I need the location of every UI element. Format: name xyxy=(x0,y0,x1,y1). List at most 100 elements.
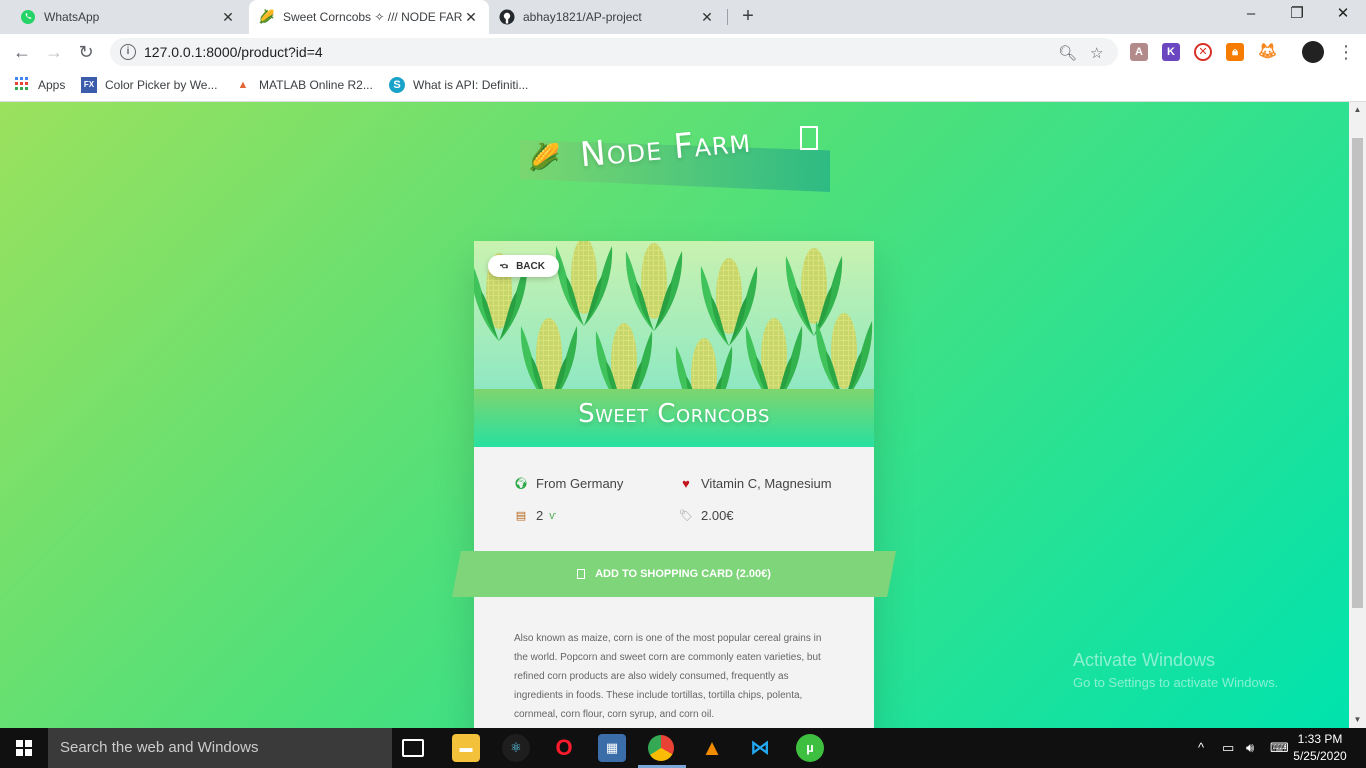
github-icon xyxy=(499,9,515,25)
bookmark-apps[interactable]: Apps xyxy=(14,77,65,93)
new-tab-button[interactable]: + xyxy=(736,5,760,29)
kite-extension-icon[interactable]: K xyxy=(1162,43,1180,61)
metamask-extension-icon[interactable]: 🦊︎ xyxy=(1258,43,1277,61)
taskbar-search-input[interactable]: Search the web and Windows xyxy=(48,728,392,768)
product-description: Also known as maize, corn is one of the … xyxy=(514,633,822,720)
corn-small-icon: ѵ xyxy=(549,509,557,522)
task-view-icon[interactable] xyxy=(402,739,424,757)
battery-icon[interactable]: ▭ xyxy=(1222,728,1234,768)
nutrients-text: Vitamin C, Magnesium xyxy=(701,476,832,491)
matlab-icon: ▲ xyxy=(237,79,249,91)
tab-sweet-corncobs[interactable]: 🌽 Sweet Corncobs ✧ /// NODE FAR ✕ xyxy=(249,0,489,34)
logo-square-icon xyxy=(800,126,818,150)
blocker-extension-icon[interactable]: ✕ xyxy=(1194,43,1212,61)
product-title-band: Sweet Corncobs xyxy=(474,389,874,447)
api-icon: S xyxy=(389,77,405,93)
tray-chevron-icon[interactable]: ^ xyxy=(1198,728,1204,768)
tab-title: abhay1821/AP-project xyxy=(523,10,642,24)
watermark-title: Activate Windows xyxy=(1073,650,1216,670)
bookmark-star-icon[interactable]: ☆ xyxy=(1090,44,1103,62)
corn-icon: 🌽 xyxy=(258,9,276,24)
bookmark-color-picker[interactable]: FX Color Picker by We... xyxy=(81,77,217,93)
bookmark-label: What is API: Definiti... xyxy=(413,78,529,92)
zoom-icon[interactable]: 🔍︎ xyxy=(1058,44,1077,62)
site-logo[interactable]: 🌽 Node Farm xyxy=(520,120,830,192)
scroll-thumb[interactable] xyxy=(1352,138,1363,608)
lock-extension-icon[interactable]: 🔒︎ xyxy=(1226,43,1244,61)
windows-logo-icon xyxy=(16,740,32,756)
scroll-down-icon[interactable]: ▼ xyxy=(1349,712,1366,728)
product-price: 🏷︎ 2.00€ xyxy=(679,508,734,523)
globe-icon: 🌍︎ xyxy=(514,478,528,490)
heart-icon: ♥ xyxy=(682,476,690,491)
maximize-button[interactable]: ❐ xyxy=(1274,0,1320,30)
scroll-up-icon[interactable]: ▲ xyxy=(1349,102,1366,118)
tab-github[interactable]: abhay1821/AP-project ✕ xyxy=(489,0,725,34)
bookmark-label: MATLAB Online R2... xyxy=(259,78,373,92)
profile-avatar[interactable] xyxy=(1302,41,1324,63)
close-window-button[interactable]: ✕ xyxy=(1320,0,1366,30)
url-text: 127.0.0.1:8000/product?id=4 xyxy=(144,44,323,60)
tab-separator xyxy=(727,9,728,25)
fx-icon: FX xyxy=(81,77,97,93)
page-scrollbar[interactable]: ▲ ▼ xyxy=(1349,102,1366,728)
product-hero-image: 👈︎ BACK xyxy=(474,241,874,389)
pointing-hand-icon: 👈︎ xyxy=(500,259,509,272)
whatsapp-icon xyxy=(20,9,36,25)
clock-date: 5/25/2020 xyxy=(1293,749,1347,763)
back-label: BACK xyxy=(516,260,545,272)
bookmark-api[interactable]: S What is API: Definiti... xyxy=(389,77,528,93)
site-info-icon[interactable]: i xyxy=(120,44,136,60)
product-title: Sweet Corncobs xyxy=(578,399,770,429)
apps-grid-icon xyxy=(14,77,30,93)
bookmark-label: Color Picker by We... xyxy=(105,78,218,92)
tab-strip: WhatsApp ✕ 🌽 Sweet Corncobs ✧ /// NODE F… xyxy=(0,0,1366,34)
pdf-extension-icon[interactable]: A xyxy=(1130,43,1148,61)
watermark-subtitle: Go to Settings to activate Windows. xyxy=(1073,675,1279,690)
box-icon: ▤ xyxy=(515,510,527,522)
page-viewport: 🌽 Node Farm 👈︎ BACK Sweet Corncobs 🌍︎ Fr… xyxy=(0,102,1349,728)
taskbar-clock[interactable]: 1:33 PM 5/25/2020 xyxy=(1290,731,1350,765)
file-explorer-icon[interactable]: ▬ xyxy=(452,734,480,762)
chrome-icon[interactable] xyxy=(648,735,674,761)
address-bar[interactable]: i 127.0.0.1:8000/product?id=4 xyxy=(110,38,1118,66)
tab-whatsapp[interactable]: WhatsApp ✕ xyxy=(10,0,246,34)
bookmark-label: Apps xyxy=(38,78,66,92)
vlc-icon[interactable]: ▲ xyxy=(698,734,726,762)
start-button[interactable] xyxy=(0,728,48,768)
forward-arrow-icon[interactable]: → xyxy=(40,38,68,66)
bookmarks-bar: Apps FX Color Picker by We... ▲ MATLAB O… xyxy=(0,70,1366,102)
price-text: 2.00€ xyxy=(701,508,734,523)
close-tab-icon[interactable]: ✕ xyxy=(699,9,715,26)
reload-icon[interactable]: ↻ xyxy=(72,38,100,66)
network-app-icon[interactable]: ▦ xyxy=(598,734,626,762)
back-arrow-icon[interactable]: ← xyxy=(8,38,36,66)
browser-toolbar: ← → ↻ i 127.0.0.1:8000/product?id=4 🔍︎ ☆… xyxy=(0,34,1366,70)
origin-text: From Germany xyxy=(536,476,624,491)
product-quantity: ▤ 2 ѵ xyxy=(514,508,556,523)
opera-icon[interactable]: O xyxy=(550,734,578,762)
cart-icon xyxy=(577,569,586,579)
activate-windows-watermark: Activate Windows Go to Settings to activ… xyxy=(1073,650,1278,690)
product-nutrients: ♥ Vitamin C, Magnesium xyxy=(679,476,832,491)
quantity-text: 2 xyxy=(536,508,544,523)
atom-icon[interactable]: ⚛ xyxy=(502,734,530,762)
price-tag-icon: 🏷︎ xyxy=(679,510,693,522)
utorrent-icon[interactable]: µ xyxy=(796,734,824,762)
tab-title: WhatsApp xyxy=(44,10,100,24)
add-to-cart-label: ADD TO SHOPPING CARD (2.00€) xyxy=(595,568,771,580)
windows-taskbar: Search the web and Windows ▬ ⚛ O ▦ ▲ ⋈ µ… xyxy=(0,728,1366,768)
close-tab-icon[interactable]: ✕ xyxy=(463,9,479,26)
add-to-cart-button[interactable]: ADD TO SHOPPING CARD (2.00€) xyxy=(452,551,896,597)
corn-icon: 🌽 xyxy=(528,142,561,172)
bookmark-matlab[interactable]: ▲ MATLAB Online R2... xyxy=(235,77,373,93)
minimize-button[interactable]: – xyxy=(1228,0,1274,30)
language-icon[interactable]: ⌨ xyxy=(1270,728,1289,768)
clock-time: 1:33 PM xyxy=(1297,732,1343,746)
tab-title: Sweet Corncobs ✧ /// NODE FAR xyxy=(283,10,463,24)
menu-kebab-icon[interactable]: ⋮ xyxy=(1332,38,1360,66)
vscode-icon[interactable]: ⋈ xyxy=(746,734,774,762)
back-button[interactable]: 👈︎ BACK xyxy=(488,255,559,277)
close-tab-icon[interactable]: ✕ xyxy=(220,9,236,26)
volume-icon[interactable]: 🔊︎ xyxy=(1246,728,1254,768)
